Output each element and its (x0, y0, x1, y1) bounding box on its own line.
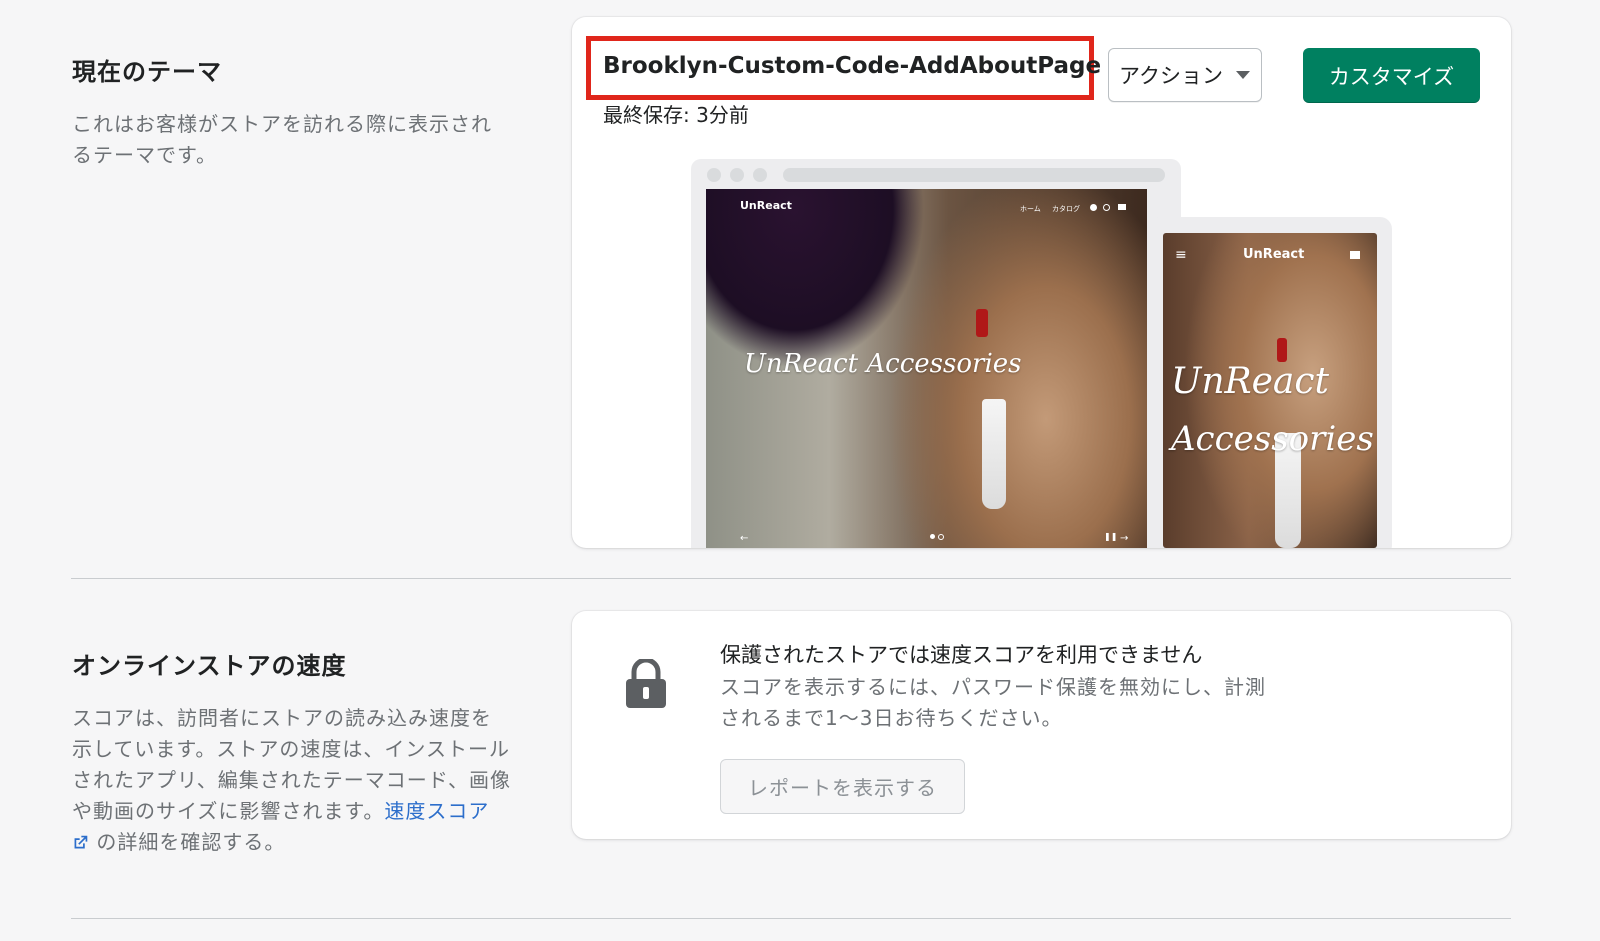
view-report-button[interactable]: レポートを表示する (720, 759, 965, 814)
desktop-preview-image: UnReact ホーム カタログ UnReact Accessories ← ❚… (706, 189, 1147, 548)
menu-icon: ≡ (1175, 247, 1187, 263)
store-speed-heading: オンラインストアの速度 (72, 652, 347, 680)
external-link-icon (74, 835, 88, 849)
browser-dot (707, 168, 721, 182)
mobile-hero-line2: Accessories (1171, 419, 1374, 459)
customize-button[interactable]: カスタマイズ (1303, 48, 1480, 103)
preview-hero-text: UnReact Accessories (744, 349, 1022, 379)
theme-name: Brooklyn-Custom-Code-AddAboutPage (603, 53, 1102, 79)
store-speed-description: スコアは、訪問者にストアの読み込み速度を示しています。ストアの速度は、インストー… (72, 703, 512, 858)
mobile-cart-icon (1350, 251, 1360, 259)
search-icon (1103, 204, 1110, 211)
mobile-hero-line1: UnReact (1171, 361, 1330, 402)
speed-desc-after: の詳細を確認する。 (96, 830, 286, 854)
mobile-preview-image: ≡ UnReact UnReact Accessories (1163, 233, 1377, 548)
section-divider (71, 578, 1511, 579)
cart-icon (1118, 204, 1126, 210)
current-theme-card: Brooklyn-Custom-Code-AddAboutPage 最終保存: … (572, 17, 1511, 548)
slide-dot (938, 534, 944, 540)
slide-prev-icon: ← (740, 533, 749, 544)
slide-pause-icon: ❚❚ (1104, 532, 1118, 541)
actions-button[interactable]: アクション (1108, 48, 1262, 102)
earring-tassel (982, 399, 1006, 509)
current-theme-heading: 現在のテーマ (72, 58, 222, 86)
account-icon (1090, 204, 1097, 211)
preview-logo: UnReact (740, 199, 792, 212)
section-divider (71, 918, 1511, 919)
last-saved-text: 最終保存: 3分前 (603, 103, 749, 127)
preview-nav-home: ホーム (1020, 205, 1041, 213)
lock-icon (626, 659, 666, 708)
caret-down-icon (1235, 71, 1250, 79)
actions-label: アクション (1119, 64, 1223, 88)
store-speed-card: 保護されたストアでは速度スコアを利用できません スコアを表示するには、パスワード… (572, 611, 1511, 839)
speed-unavailable-desc: スコアを表示するには、パスワード保護を無効にし、計測されるまで1〜3日お待ちくだ… (720, 675, 1266, 730)
earring-gem (976, 309, 988, 337)
browser-dot (753, 168, 767, 182)
current-theme-description: これはお客様がストアを訪れる際に表示されるテーマです。 (72, 112, 492, 167)
browser-address-bar (783, 168, 1165, 182)
slide-next-icon: → (1120, 533, 1129, 544)
mobile-preview-logo: UnReact (1243, 247, 1305, 262)
slide-dot (930, 534, 935, 539)
speed-unavailable-title: 保護されたストアでは速度スコアを利用できません (720, 643, 1203, 667)
preview-nav-catalog: カタログ (1052, 205, 1080, 213)
browser-dot (730, 168, 744, 182)
speed-score-link-text: 速度スコア (384, 799, 490, 823)
earring-gem (1277, 338, 1287, 362)
